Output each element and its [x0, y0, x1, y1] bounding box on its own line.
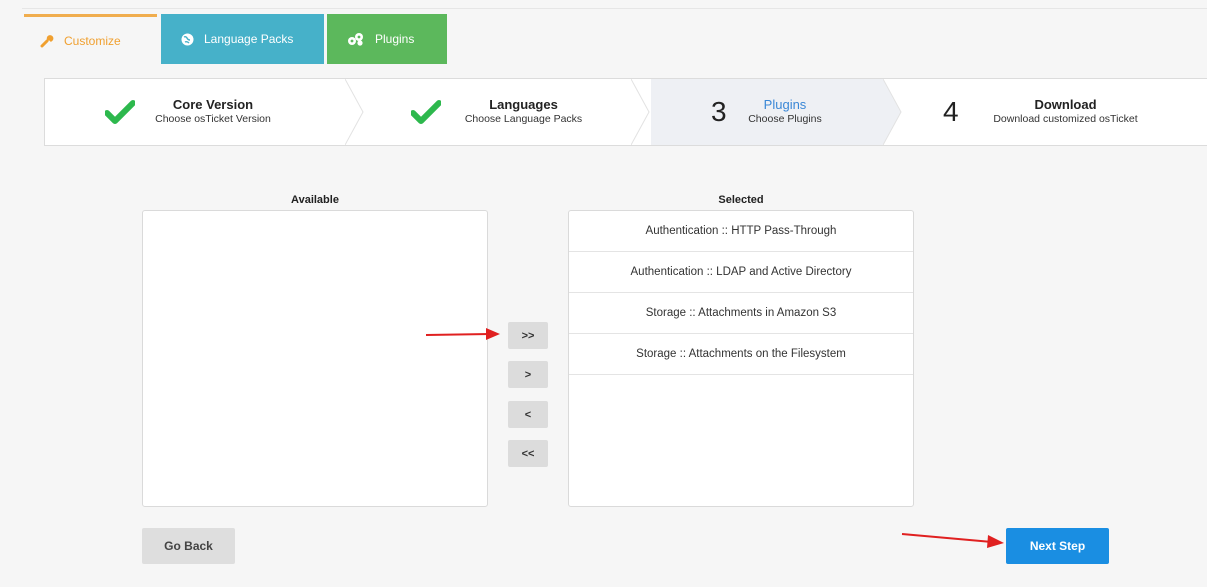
step-title: Languages [489, 97, 558, 112]
add-all-button[interactable]: >> [508, 322, 548, 349]
step-subtitle: Download customized osTicket [993, 113, 1138, 125]
step-download[interactable]: 4 Download Download customized osTicket [943, 79, 1173, 145]
step-plugins[interactable]: 3 Plugins Choose Plugins [707, 79, 857, 145]
tab-language-packs-label: Language Packs [204, 32, 294, 46]
globe-icon [181, 33, 194, 46]
go-back-button[interactable]: Go Back [142, 528, 235, 564]
next-step-button[interactable]: Next Step [1006, 528, 1109, 564]
tab-plugins[interactable]: Plugins [327, 14, 447, 64]
selected-list[interactable]: Authentication :: HTTP Pass-Through Auth… [568, 210, 914, 507]
list-item[interactable]: Storage :: Attachments in Amazon S3 [569, 293, 913, 334]
step-divider [631, 79, 650, 145]
step-wizard: Core Version Choose osTicket Version Lan… [44, 78, 1207, 146]
step-number: 4 [943, 96, 959, 127]
tab-language-packs[interactable]: Language Packs [161, 14, 324, 64]
annotation-arrow-icon [425, 328, 500, 340]
step-divider [883, 79, 902, 145]
tab-customize[interactable]: Customize [24, 14, 157, 64]
checkmark-icon [411, 100, 441, 124]
selected-title: Selected [718, 194, 764, 206]
list-item[interactable]: Authentication :: HTTP Pass-Through [569, 211, 913, 252]
step-subtitle: Choose osTicket Version [155, 113, 271, 125]
step-title: Core Version [172, 97, 254, 112]
annotation-arrow-icon [901, 533, 1004, 548]
tab-customize-label: Customize [64, 33, 121, 48]
list-item[interactable]: Storage :: Attachments on the Filesystem [569, 334, 913, 375]
step-languages[interactable]: Languages Choose Language Packs [411, 79, 611, 145]
remove-selected-button[interactable]: < [508, 401, 548, 428]
available-title: Available [291, 194, 339, 206]
top-divider [22, 8, 1207, 9]
step-title: Plugins [763, 97, 807, 112]
tab-plugins-label: Plugins [375, 32, 415, 46]
step-subtitle: Choose Plugins [748, 113, 822, 125]
step-core-version[interactable]: Core Version Choose osTicket Version [105, 79, 305, 145]
list-item[interactable]: Authentication :: LDAP and Active Direct… [569, 252, 913, 293]
step-number: 3 [711, 96, 727, 127]
add-selected-button[interactable]: > [508, 361, 548, 388]
remove-all-button[interactable]: << [508, 440, 548, 467]
wrench-icon [40, 34, 54, 48]
available-list[interactable] [142, 210, 488, 507]
puzzle-icon [347, 32, 365, 46]
step-subtitle: Choose Language Packs [464, 113, 583, 125]
step-divider [345, 79, 364, 145]
checkmark-icon [105, 100, 135, 124]
step-title: Download [1034, 97, 1097, 112]
